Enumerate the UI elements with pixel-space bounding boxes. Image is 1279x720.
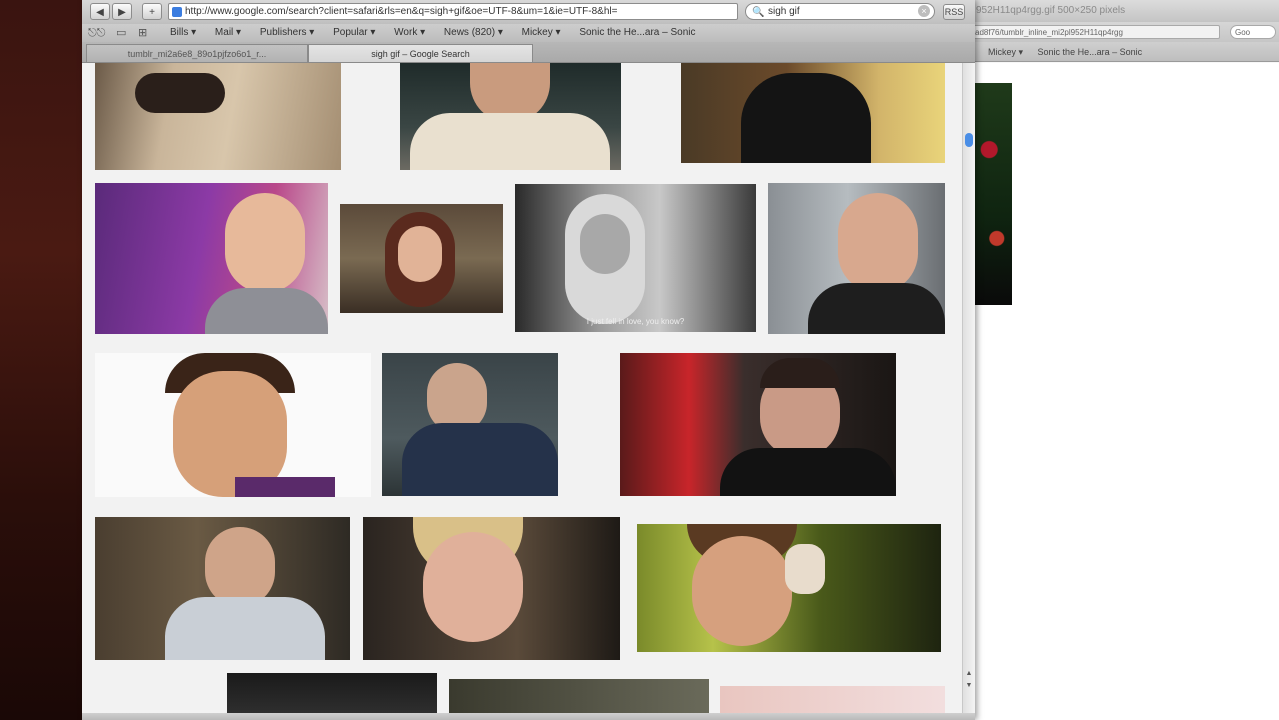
tab-bar: tumblr_mi2a6e8_89o1pjfzo6o1_r... sigh gi… [82,42,975,63]
bookmark-news[interactable]: News (820) ▾ [444,24,503,42]
image-result[interactable] [95,353,371,497]
image-result[interactable] [620,353,896,496]
google-favicon-icon [172,7,182,17]
search-icon: 🔍 [752,7,765,18]
clear-search-icon[interactable]: × [918,5,930,17]
bookmarks-bar: ⎋⎋ ▭ ⊞ Bills ▾ Mail ▾ Publishers ▾ Popul… [82,24,975,42]
back-gif-image [974,83,1012,305]
back-window-content [960,63,1279,720]
image-result[interactable] [637,524,941,652]
background-browser-window[interactable]: 952H11qp4rgg.gif 500×250 pixels ad8f76/t… [960,0,1279,720]
forward-button[interactable]: ▶ [112,3,132,20]
back-bookmark-sonic[interactable]: Sonic the He...ara – Sonic [1038,47,1143,57]
image-result[interactable]: I just fell in love, you know? [515,184,756,332]
back-window-toolbar: ad8f76/tumblr_inline_mi2pl952H11qp4rgg G… [960,22,1279,42]
image-result[interactable] [768,183,945,334]
bookmark-popular[interactable]: Popular ▾ [333,24,375,42]
top-sites-icon[interactable]: ⊞ [138,26,147,40]
image-result[interactable] [340,204,503,313]
image-result[interactable] [95,183,328,334]
search-value: sigh gif [768,6,800,17]
image-result[interactable] [227,673,437,713]
scroll-thumb[interactable] [965,133,973,147]
bookmark-work[interactable]: Work ▾ [394,24,425,42]
desktop-background [0,0,82,720]
image-result[interactable] [681,63,945,163]
back-window-title: 952H11qp4rgg.gif 500×250 pixels [960,0,1279,22]
back-bookmark-mickey[interactable]: Mickey ▾ [988,47,1023,57]
image-result[interactable] [400,63,621,170]
address-text: http://www.google.com/search?client=safa… [185,6,618,17]
bookmark-bills[interactable]: Bills ▾ [170,24,196,42]
browser-window: ◀ ▶ + http://www.google.com/search?clien… [82,0,975,720]
browser-toolbar: ◀ ▶ + http://www.google.com/search?clien… [82,0,975,24]
image-result[interactable] [449,679,709,713]
show-bookmarks-icon[interactable]: ▭ [116,26,126,40]
back-search-field[interactable]: Goo [1230,25,1276,39]
bookmark-mail[interactable]: Mail ▾ [215,24,241,42]
status-bar [82,713,975,720]
back-button[interactable]: ◀ [90,3,110,20]
image-result[interactable] [720,686,945,713]
bookmark-items: Bills ▾ Mail ▾ Publishers ▾ Popular ▾ Wo… [170,24,712,42]
search-input[interactable]: 🔍 sigh gif × [745,3,935,20]
scroll-up-arrow-icon[interactable]: ▲ [964,669,974,679]
image-result[interactable] [363,517,620,660]
image-results-grid: I just fell in love, you know? [82,63,962,713]
vertical-scrollbar[interactable]: ▲ ▼ [962,63,975,713]
bookmark-publishers[interactable]: Publishers ▾ [260,24,315,42]
image-result[interactable] [95,63,341,170]
reading-list-icon[interactable]: ⎋⎋ [88,26,105,40]
image-result[interactable] [95,517,350,660]
image-result[interactable] [382,353,558,496]
tab-tumblr[interactable]: tumblr_mi2a6e8_89o1pjfzo6o1_r... [86,44,308,62]
back-url-field[interactable]: ad8f76/tumblr_inline_mi2pl952H11qp4rgg [970,25,1220,39]
image-caption: I just fell in love, you know? [586,317,685,326]
address-bar[interactable]: http://www.google.com/search?client=safa… [168,3,738,20]
reader-button[interactable]: RSS [943,4,965,20]
add-bookmark-button[interactable]: + [142,3,162,20]
bookmark-sonic[interactable]: Sonic the He...ara – Sonic [579,24,695,42]
bookmark-mickey[interactable]: Mickey ▾ [522,24,561,42]
tab-google-search[interactable]: sigh gif – Google Search [308,44,533,62]
scroll-down-arrow-icon[interactable]: ▼ [964,681,974,691]
back-bookmarks-bar: Mickey ▾ Sonic the He...ara – Sonic [960,42,1279,62]
